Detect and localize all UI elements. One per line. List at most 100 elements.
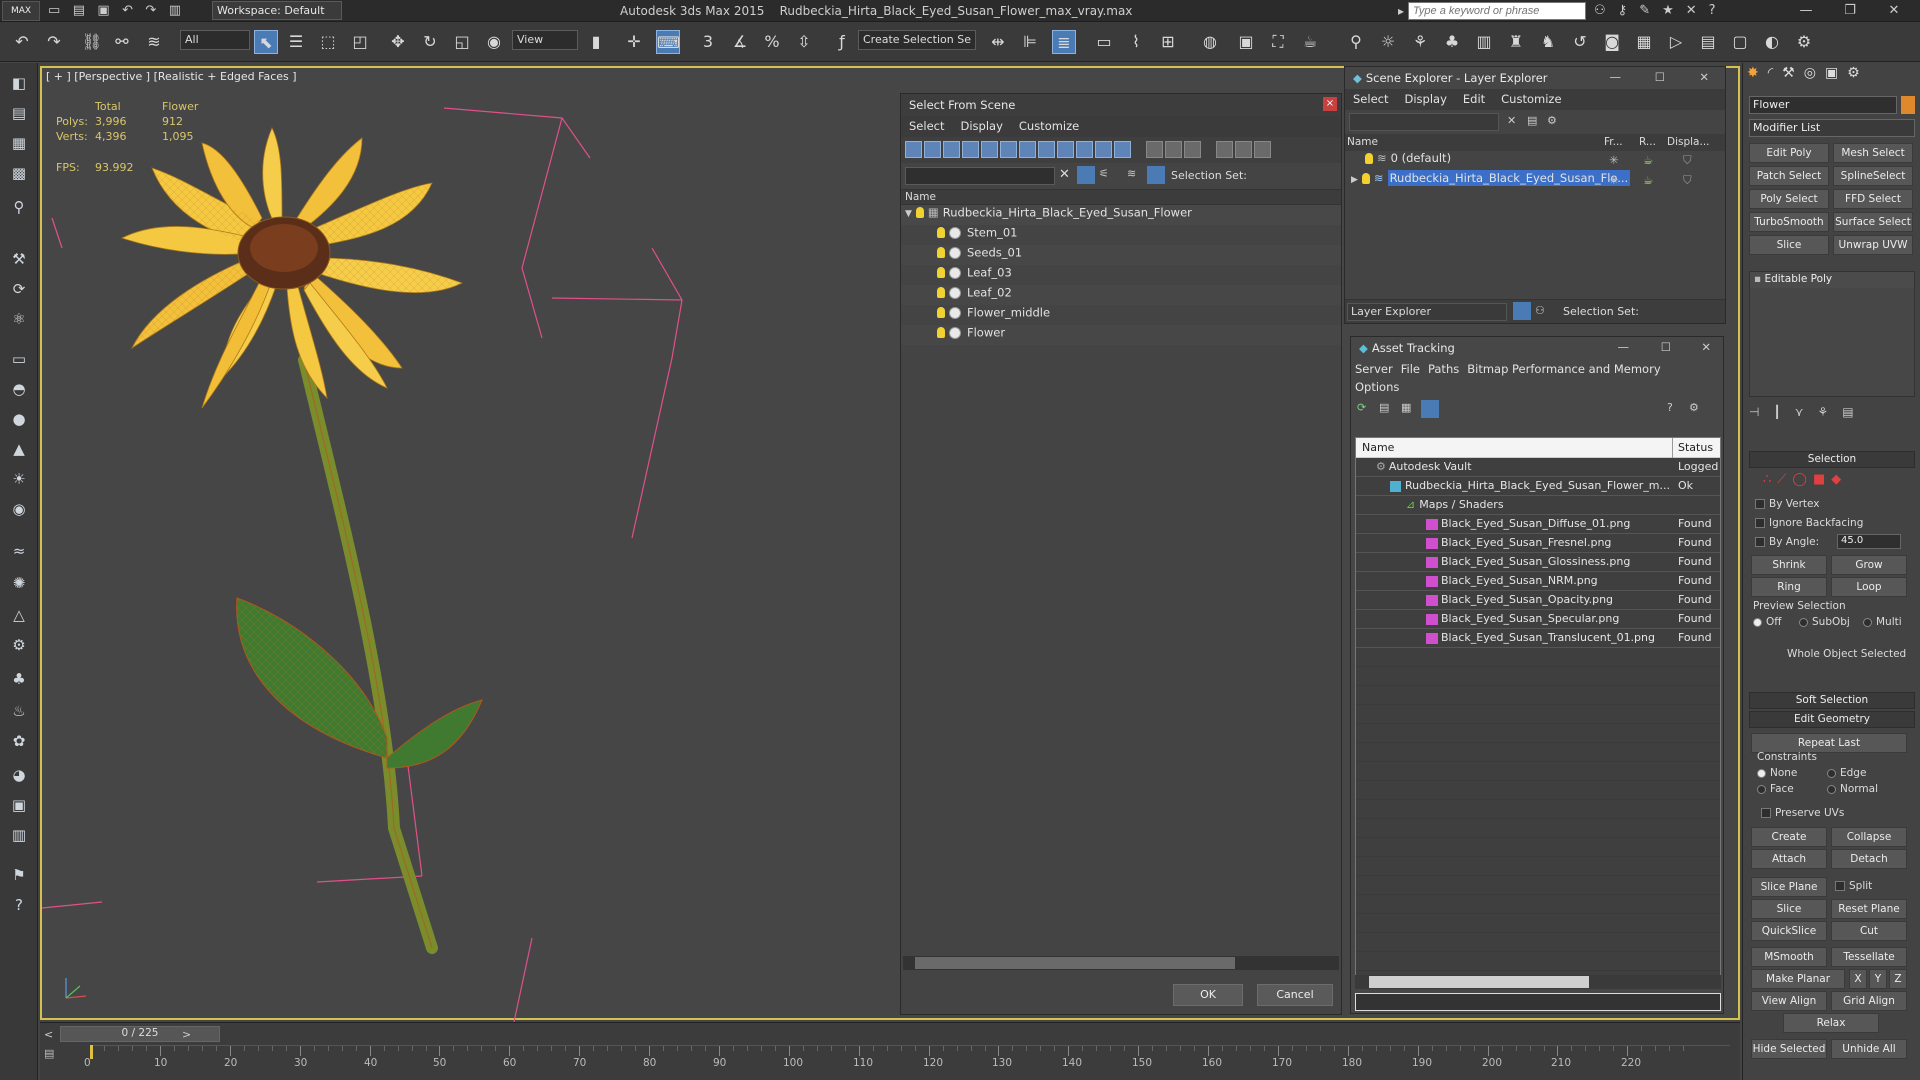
asset-horizontal-scrollbar[interactable] bbox=[1355, 975, 1721, 989]
help-icon[interactable]: ? bbox=[1667, 401, 1673, 414]
filter-icon[interactable] bbox=[1216, 141, 1233, 158]
layer-row-flower[interactable]: ▶ ≋ Rudbeckia_Hirta_Black_Eyed_Susan_Flo..… bbox=[1345, 170, 1725, 191]
light-bulb-icon[interactable] bbox=[937, 307, 945, 318]
preserve-uvs-option[interactable]: Preserve UVs bbox=[1761, 807, 1844, 819]
display-bones-icon[interactable] bbox=[1057, 141, 1074, 158]
table-view-icon[interactable] bbox=[1421, 400, 1439, 418]
expand-arrow-icon[interactable]: ▶ bbox=[1351, 175, 1358, 185]
foliage-icon[interactable]: ♣ bbox=[7, 667, 31, 691]
quickslice-button[interactable]: QuickSlice bbox=[1751, 921, 1827, 941]
repeat-last-button[interactable]: Repeat Last bbox=[1751, 733, 1907, 753]
refresh-icon[interactable]: ⟳ bbox=[1357, 401, 1366, 414]
exchange-icon[interactable]: ✕ bbox=[1686, 3, 1709, 18]
edit-named-selection-icon[interactable]: ƒ bbox=[830, 30, 854, 54]
new-file-icon[interactable]: ▭ bbox=[48, 3, 60, 18]
make-planar-button[interactable]: Make Planar bbox=[1751, 969, 1845, 989]
modifier-button[interactable]: Slice bbox=[1749, 235, 1829, 255]
loop-button[interactable]: Loop bbox=[1831, 577, 1907, 597]
tree-row[interactable]: Leaf_03 bbox=[901, 265, 1341, 285]
ignore-backfacing-option[interactable]: Ignore Backfacing bbox=[1755, 517, 1863, 529]
vray-sun-icon[interactable]: ☼ bbox=[1376, 30, 1400, 54]
window-icon[interactable]: ▭ bbox=[7, 347, 31, 371]
light-bulb-icon[interactable] bbox=[937, 327, 945, 338]
unhide-all-button[interactable]: Unhide All bbox=[1831, 1039, 1907, 1059]
stack-item-editable-poly[interactable]: ▪ Editable Poly bbox=[1750, 272, 1914, 288]
utilities-tab-icon[interactable]: ⚙ bbox=[1847, 65, 1869, 81]
select-by-name-icon[interactable]: ☰ bbox=[284, 30, 308, 54]
split-option[interactable]: Split bbox=[1835, 880, 1872, 892]
dome-icon[interactable]: ◓ bbox=[7, 377, 31, 401]
list-view-icon[interactable]: ▤ bbox=[1379, 401, 1389, 414]
maximize-button[interactable]: ❐ bbox=[1836, 2, 1864, 20]
helper-icon[interactable]: ⚒ bbox=[7, 247, 31, 271]
configure-sets-icon[interactable]: ▤ bbox=[1842, 405, 1867, 419]
render-icon[interactable]: ☕ bbox=[1643, 173, 1653, 187]
relax-button[interactable]: Relax bbox=[1783, 1013, 1879, 1033]
light-bulb-icon[interactable] bbox=[937, 227, 945, 238]
link-icon[interactable]: ⛓ bbox=[80, 30, 104, 54]
spacewarp-icon[interactable]: ⟳ bbox=[7, 277, 31, 301]
cut-button[interactable]: Cut bbox=[1831, 921, 1907, 941]
menu-paths[interactable]: Paths bbox=[1424, 359, 1463, 379]
systems-icon[interactable]: ⚛ bbox=[7, 307, 31, 331]
vray-light-icon[interactable]: ⚲ bbox=[1344, 30, 1368, 54]
tree-root-row[interactable]: ▼ ▦ Rudbeckia_Hirta_Black_Eyed_Susan_Flowe… bbox=[901, 205, 1341, 225]
material-editor-icon[interactable]: ◍ bbox=[1198, 30, 1222, 54]
rectangle-selection-icon[interactable]: ⬚ bbox=[316, 30, 340, 54]
freeze-icon[interactable]: ✳ bbox=[1609, 173, 1619, 187]
asset-row[interactable]: ⚙ Autodesk Vault Logged bbox=[1356, 458, 1720, 477]
freeze-icon[interactable]: ✳ bbox=[1609, 153, 1619, 167]
asset-row[interactable]: Black_Eyed_Susan_Opacity.png Found bbox=[1356, 591, 1720, 610]
snaps-toggle-icon[interactable]: 3 bbox=[696, 30, 720, 54]
undo-icon[interactable]: ↶ bbox=[10, 30, 34, 54]
undo-icon[interactable]: ↶ bbox=[122, 3, 133, 18]
slice-button[interactable]: Slice bbox=[1751, 899, 1827, 919]
curve-editor-mini-icon[interactable]: ▤ bbox=[44, 1047, 58, 1061]
planar-x-button[interactable]: X bbox=[1849, 969, 1867, 989]
display-frozen-icon[interactable] bbox=[1095, 141, 1112, 158]
vray-material-icon[interactable]: ◐ bbox=[1760, 30, 1784, 54]
vray-mesh-icon[interactable]: ♞ bbox=[1536, 30, 1560, 54]
sculpt-icon[interactable]: ✿ bbox=[7, 729, 31, 753]
select-manipulate-icon[interactable]: ✛ bbox=[622, 30, 646, 54]
vray-light-lister-icon[interactable]: ▢ bbox=[1728, 30, 1752, 54]
close-icon[interactable]: ✕ bbox=[1699, 70, 1709, 84]
asset-row[interactable]: ⊿ Maps / Shaders bbox=[1356, 496, 1720, 515]
search-input[interactable] bbox=[1408, 2, 1586, 20]
modifier-button[interactable]: FFD Select bbox=[1833, 189, 1913, 209]
keyboard-shortcut-override-icon[interactable]: ⌨ bbox=[656, 30, 680, 54]
modifier-button[interactable]: Surface Select bbox=[1833, 212, 1913, 232]
vray-proxy-icon[interactable]: ♣ bbox=[1440, 30, 1464, 54]
named-selection-set-dropdown[interactable]: Create Selection Se bbox=[858, 30, 976, 50]
col-frozen[interactable]: Fr... bbox=[1604, 136, 1623, 148]
slice-plane-button[interactable]: Slice Plane bbox=[1751, 877, 1827, 897]
display-shapes-icon[interactable] bbox=[924, 141, 941, 158]
object-color-swatch[interactable] bbox=[1901, 96, 1915, 114]
select-all-icon[interactable] bbox=[1146, 141, 1163, 158]
tessellate-button[interactable]: Tessellate bbox=[1831, 947, 1907, 967]
scene-explorer-icon[interactable]: ▭ bbox=[1092, 30, 1116, 54]
bind-spacewarp-icon[interactable]: ≋ bbox=[142, 30, 166, 54]
layer-row-default[interactable]: ≋ 0 (default) ✳ ☕ ⛉ bbox=[1345, 151, 1725, 171]
light-bulb-icon[interactable] bbox=[1365, 153, 1373, 164]
menu-customize[interactable]: Customize bbox=[1011, 116, 1087, 136]
select-object-icon[interactable]: ⬉ bbox=[254, 30, 278, 54]
display-containers-icon[interactable] bbox=[1076, 141, 1093, 158]
sphere-small-icon[interactable]: ◉ bbox=[7, 497, 31, 521]
soft-selection-rollout-header[interactable]: Soft Selection bbox=[1749, 692, 1915, 709]
modifier-button[interactable]: Patch Select bbox=[1749, 166, 1829, 186]
menu-edit[interactable]: Edit bbox=[1455, 89, 1493, 109]
sphere-icon[interactable]: ● bbox=[7, 407, 31, 431]
hierarchy-tab-icon[interactable]: ⚒ bbox=[1782, 65, 1804, 81]
collapse-button[interactable]: Collapse bbox=[1831, 827, 1907, 847]
render-setup-icon[interactable]: ▣ bbox=[1234, 30, 1258, 54]
light-bulb-icon[interactable] bbox=[937, 247, 945, 258]
show-end-result-icon[interactable]: ┃ bbox=[1773, 405, 1794, 419]
particles-icon[interactable]: ✺ bbox=[7, 571, 31, 595]
detach-button[interactable]: Detach bbox=[1831, 849, 1907, 869]
expand-arrow-icon[interactable]: ▼ bbox=[905, 209, 912, 219]
close-button[interactable]: ✕ bbox=[1880, 2, 1908, 20]
open-file-icon[interactable]: ▤ bbox=[73, 3, 85, 18]
vray-frame-buffer-icon[interactable]: ◙ bbox=[1600, 30, 1624, 54]
vault-icon[interactable]: ⚙ bbox=[1689, 401, 1699, 414]
